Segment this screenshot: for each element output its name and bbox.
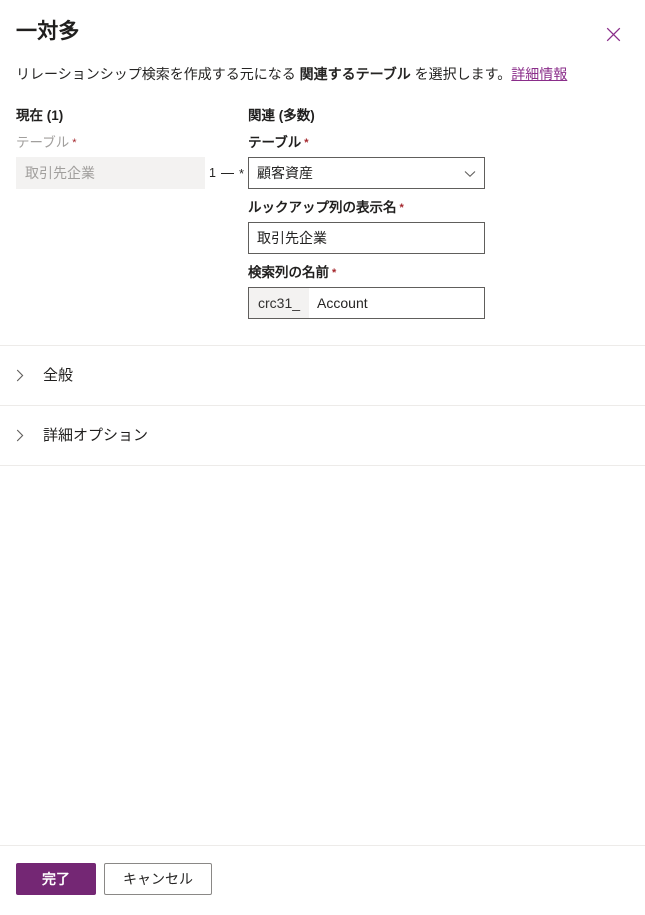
collapsible-sections: 全般 詳細オプション [0, 345, 645, 466]
relationship-columns: 現在 (1) テーブル * 取引先企業 1 * 関連 (多数) テーブル * 顧… [0, 85, 645, 319]
cardinality-left: 1 [208, 166, 216, 181]
cardinality-connector-line [220, 173, 234, 174]
current-table-input: 取引先企業 [16, 157, 205, 189]
section-advanced-options-label: 詳細オプション [43, 426, 149, 444]
current-table-label-text: テーブル [16, 135, 70, 150]
current-table-field: テーブル * 取引先企業 [16, 134, 205, 189]
chevron-right-icon [16, 369, 34, 382]
description-prefix: リレーションシップ検索を作成する元になる [16, 66, 300, 82]
related-table-label: テーブル * [248, 134, 485, 152]
schema-prefix: crc31_ [249, 288, 310, 318]
current-column-heading: 現在 (1) [16, 108, 64, 123]
section-general-label: 全般 [43, 366, 74, 384]
dialog-description: リレーションシップ検索を作成する元になる 関連するテーブル を選択します。詳細情… [0, 46, 645, 85]
current-table-column: 現在 (1) テーブル * 取引先企業 [16, 107, 205, 189]
done-button[interactable]: 完了 [16, 863, 96, 895]
section-advanced-options[interactable]: 詳細オプション [0, 405, 645, 466]
related-column-heading: 関連 (多数) [248, 108, 315, 123]
required-asterisk: * [304, 137, 309, 149]
related-table-value: 顧客資産 [257, 165, 313, 181]
cardinality-gap: 1 * [205, 107, 248, 319]
section-general[interactable]: 全般 [0, 345, 645, 405]
chevron-right-icon [16, 429, 34, 442]
dialog-body: 現在 (1) テーブル * 取引先企業 1 * 関連 (多数) テーブル * 顧… [0, 85, 645, 845]
close-icon [606, 27, 621, 42]
chevron-down-icon [464, 165, 476, 181]
lookup-schema-name-input[interactable]: crc31_ Account [248, 287, 485, 319]
current-table-value: 取引先企業 [25, 165, 95, 181]
required-asterisk: * [399, 202, 404, 214]
cardinality-indicator: 1 * [205, 167, 248, 180]
dialog-header: 一対多 [0, 0, 645, 46]
one-to-many-relationship-dialog: 一対多 リレーションシップ検索を作成する元になる 関連するテーブル を選択します… [0, 0, 645, 915]
cancel-button[interactable]: キャンセル [104, 863, 212, 895]
lookup-display-name-label-text: ルックアップ列の表示名 [248, 200, 397, 215]
lookup-display-name-field: ルックアップ列の表示名 * 取引先企業 [248, 199, 485, 254]
cardinality-right: * [238, 166, 244, 181]
lookup-schema-name-field: 検索列の名前 * crc31_ Account [248, 264, 485, 319]
lookup-display-name-value: 取引先企業 [257, 230, 327, 246]
page-title: 一対多 [16, 20, 80, 43]
lookup-schema-name-label: 検索列の名前 * [248, 264, 485, 282]
lookup-display-name-label: ルックアップ列の表示名 * [248, 199, 485, 217]
related-table-column: 関連 (多数) テーブル * 顧客資産 ルックアップ列の表示名 * 取引先企業 … [248, 107, 485, 319]
lookup-schema-name-value: Account [309, 288, 484, 318]
related-table-label-text: テーブル [248, 135, 302, 150]
required-asterisk: * [72, 137, 77, 149]
current-table-label: テーブル * [16, 134, 205, 152]
description-emphasis: 関連するテーブル [299, 66, 411, 82]
description-suffix: を選択します。 [410, 66, 512, 82]
required-asterisk: * [332, 267, 337, 279]
related-table-select[interactable]: 顧客資産 [248, 157, 485, 189]
learn-more-link[interactable]: 詳細情報 [511, 66, 567, 82]
lookup-schema-name-label-text: 検索列の名前 [248, 265, 329, 280]
close-button[interactable] [599, 20, 627, 48]
related-table-field: テーブル * 顧客資産 [248, 134, 485, 189]
dialog-footer: 完了 キャンセル [0, 845, 645, 915]
lookup-display-name-input[interactable]: 取引先企業 [248, 222, 485, 254]
